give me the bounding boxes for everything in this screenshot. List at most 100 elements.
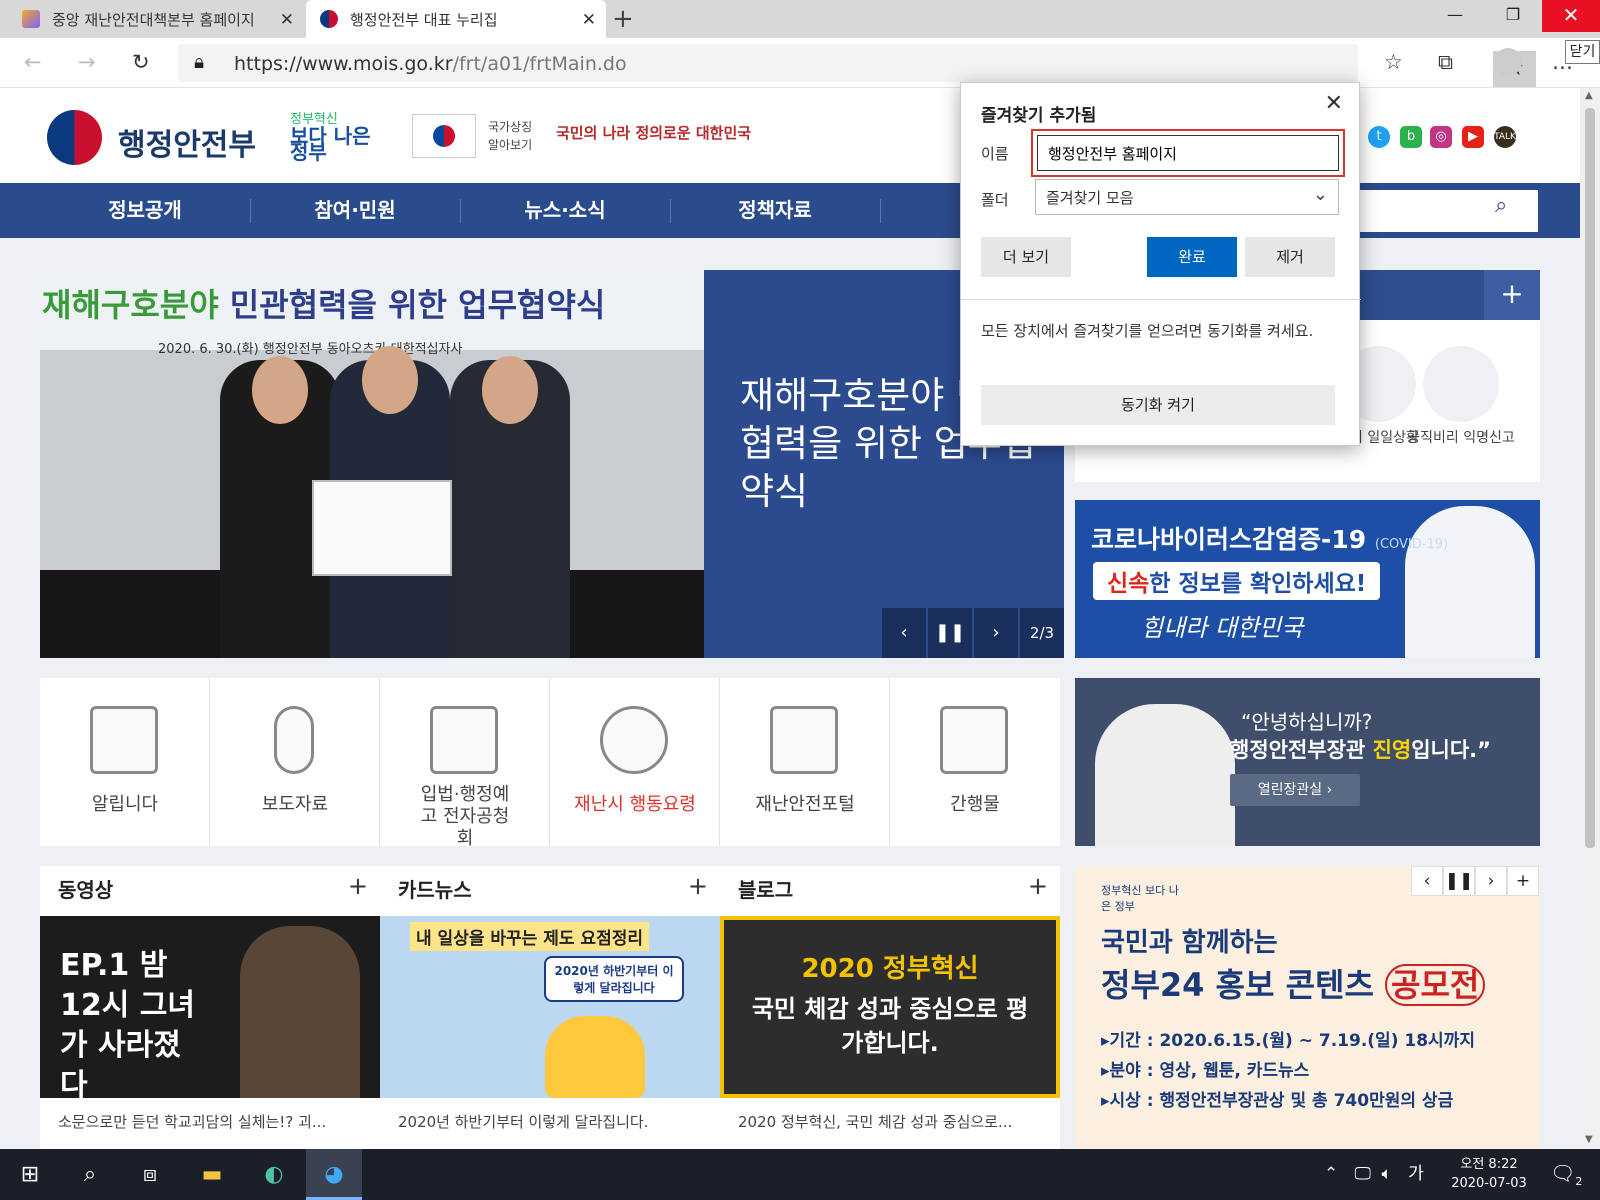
card-heading: 동영상 bbox=[58, 878, 114, 902]
search-icon[interactable]: ⌕ bbox=[1495, 193, 1507, 218]
woman-portrait bbox=[240, 926, 360, 1098]
video-thumbnail: EP.1 밤12시 그녀가 사라졌다 bbox=[40, 916, 380, 1098]
pause-icon[interactable]: ❚❚ bbox=[928, 608, 972, 658]
refresh-icon[interactable]: ↻ bbox=[132, 50, 150, 74]
volume-icon[interactable]: 🔈︎ bbox=[1382, 1164, 1392, 1184]
network-icon[interactable]: 🖵︎ bbox=[1354, 1164, 1370, 1184]
promo-title1: 국민과 함께하는 bbox=[1101, 928, 1278, 958]
main-banner[interactable]: 재해구호분야 민관협력을 위한 업무협약식 2020. 6. 30.(화) 행정… bbox=[40, 270, 1064, 658]
folder-select[interactable]: 즐겨찾기 모음 ⌄ bbox=[1035, 179, 1339, 215]
kakaotalk-icon[interactable]: TALK bbox=[1494, 126, 1516, 148]
url-path: /frt/a01/frtMain.do bbox=[452, 53, 627, 75]
remove-button[interactable]: 제거 bbox=[1245, 237, 1335, 277]
card-caption[interactable]: 2020 정부혁신, 국민 체감 성과 중심으로... bbox=[738, 1111, 1048, 1132]
card-caption[interactable]: 2020년 하반기부터 이렇게 달라집니다. bbox=[398, 1111, 708, 1132]
promo-banner[interactable]: ‹ ❚❚ › + 정부혁신 보다 나은 정부 국민과 함께하는 정부24 홍보 … bbox=[1075, 866, 1540, 1149]
megaphone-icon[interactable] bbox=[1423, 346, 1499, 422]
back-icon[interactable]: ← bbox=[24, 50, 42, 74]
mois-logo-icon[interactable] bbox=[47, 110, 102, 165]
close-icon[interactable]: ✕ bbox=[1325, 91, 1343, 116]
favorites-icon[interactable]: ☆ bbox=[1384, 50, 1403, 74]
card-news-card[interactable]: 카드뉴스 + 내 일상을 바꾸는 제도 요점정리 2020년 하반기부터 이렇게… bbox=[380, 866, 720, 1149]
search-icon[interactable]: ⌕ bbox=[62, 1149, 118, 1200]
edge-browser-icon[interactable]: ◕ bbox=[306, 1149, 362, 1200]
promo-next-icon[interactable]: › bbox=[1475, 866, 1507, 896]
quick-publications[interactable]: 간행물 bbox=[890, 678, 1060, 846]
page-scrollbar[interactable]: ▲ ▼ bbox=[1580, 88, 1600, 1149]
more-plus-icon[interactable]: + bbox=[688, 872, 708, 900]
task-view-icon[interactable]: ⧈ bbox=[122, 1149, 178, 1200]
app-icon[interactable]: ◐ bbox=[246, 1149, 302, 1200]
open-minister-office-button[interactable]: 열린장관실 › bbox=[1230, 774, 1360, 806]
promo-prize: ▸시상 : 행정안전부장관상 및 총 740만원의 상금 bbox=[1101, 1091, 1454, 1111]
file-explorer-icon[interactable]: ▬ bbox=[184, 1149, 240, 1200]
nav-participation[interactable]: 참여·민원 bbox=[250, 183, 460, 238]
more-plus-icon[interactable]: + bbox=[1028, 872, 1048, 900]
more-plus-icon[interactable]: + bbox=[348, 872, 368, 900]
minimize-icon[interactable]: — bbox=[1426, 0, 1484, 32]
site-favicon-icon bbox=[22, 10, 40, 28]
promo-prev-icon[interactable]: ‹ bbox=[1411, 866, 1443, 896]
minister-banner[interactable]: “안녕하십니까? 행정안전부장관 진영입니다.” 열린장관실 › bbox=[1075, 678, 1540, 846]
next-slide-icon[interactable]: › bbox=[974, 608, 1018, 658]
banner-controls: ‹ ❚❚ › 2/3 bbox=[880, 608, 1064, 658]
scrollbar-thumb[interactable] bbox=[1585, 108, 1595, 848]
more-button[interactable]: 더 보기 bbox=[981, 237, 1071, 277]
close-window-icon[interactable]: ✕ bbox=[1542, 0, 1600, 32]
url-text[interactable]: https://www.mois.go.kr/frt/a01/frtMain.d… bbox=[234, 53, 627, 75]
favorite-name-input[interactable] bbox=[1037, 135, 1339, 171]
slogan-big: 보다 나은 정부 bbox=[290, 124, 371, 164]
site-logo-text[interactable]: 행정안전부 bbox=[118, 120, 256, 164]
instagram-icon[interactable]: ◎ bbox=[1430, 126, 1452, 148]
folder-value: 즐겨찾기 모음 bbox=[1046, 189, 1134, 207]
windows-start-icon[interactable]: ⊞ bbox=[2, 1149, 58, 1200]
card-news-thumb-title: 내 일상을 바꾸는 제도 요점정리 bbox=[410, 922, 649, 951]
profile-icon[interactable] bbox=[1494, 48, 1522, 76]
youtube-icon[interactable]: ▶ bbox=[1462, 126, 1484, 148]
more-plus-icon[interactable]: + bbox=[1484, 270, 1540, 320]
close-tab-icon[interactable]: ✕ bbox=[582, 10, 596, 30]
promo-more-icon[interactable]: + bbox=[1507, 866, 1539, 896]
blog-icon[interactable]: b bbox=[1400, 126, 1422, 148]
maximize-icon[interactable]: ❐ bbox=[1484, 0, 1542, 32]
quick-safety-portal[interactable]: 재난안전포털 bbox=[720, 678, 890, 846]
anonymous-report-link[interactable]: 공직비리 익명신고 bbox=[1401, 428, 1521, 448]
tab-mois[interactable]: 행정안전부 대표 누리집 ✕ bbox=[306, 0, 606, 38]
quick-label: 재난안전포털 bbox=[755, 794, 855, 815]
collections-icon[interactable]: ⧉ bbox=[1438, 50, 1453, 75]
forward-icon[interactable]: → bbox=[78, 50, 96, 74]
nav-news[interactable]: 뉴스·소식 bbox=[460, 183, 670, 238]
card-caption[interactable]: 소문으로만 듣던 학교괴담의 실체는!? 괴... bbox=[58, 1111, 368, 1132]
covid-banner[interactable]: 코로나바이러스감염증-19 (COVID-19) 신속한 정보를 확인하세요! … bbox=[1075, 500, 1540, 658]
chevron-up-icon[interactable]: ⌃ bbox=[1324, 1164, 1338, 1184]
nav-policy[interactable]: 정책자료 bbox=[670, 183, 880, 238]
new-tab-icon[interactable]: + bbox=[612, 4, 634, 34]
quick-press[interactable]: 보도자료 bbox=[210, 678, 380, 846]
url-field[interactable]: 🔒︎ https://www.mois.go.kr/frt/a01/frtMai… bbox=[178, 44, 1536, 87]
banner-headline: 재해구호분야 민관협력을 위한 업무협약식 bbox=[42, 286, 606, 324]
promo-period: ▸기간 : 2020.6.15.(월) ~ 7.19.(일) 18시까지 bbox=[1101, 1031, 1475, 1051]
promo-pause-icon[interactable]: ❚❚ bbox=[1443, 866, 1475, 896]
video-card[interactable]: 동영상 + EP.1 밤12시 그녀가 사라졌다 소문으로만 듣던 학교괴담의 … bbox=[40, 866, 380, 1149]
clock[interactable]: 오전 8:22 2020-07-03 bbox=[1448, 1155, 1530, 1193]
korean-flag-icon[interactable] bbox=[412, 114, 476, 158]
quick-legislation[interactable]: 입법·행정예고 전자공청회 bbox=[380, 678, 550, 849]
national-symbol-link[interactable]: 국가상징 알아보기 bbox=[488, 118, 532, 154]
quick-label: 간행물 bbox=[950, 794, 1000, 815]
twitter-icon[interactable]: t bbox=[1368, 126, 1390, 148]
nation-slogan[interactable]: 국민의 나라 정의로운 대한민국 bbox=[556, 122, 751, 143]
quick-notice[interactable]: 알립니다 bbox=[40, 678, 210, 846]
notification-icon[interactable]: 🗨︎2 bbox=[1550, 1161, 1582, 1188]
prev-slide-icon[interactable]: ‹ bbox=[882, 608, 926, 658]
tab-disaster-safety[interactable]: 중앙 재난안전대책본부 홈페이지 ✕ bbox=[8, 0, 304, 38]
quick-disaster-guide[interactable]: 재난시 행동요령 bbox=[550, 678, 720, 846]
close-tab-icon[interactable]: ✕ bbox=[280, 10, 294, 30]
book-icon bbox=[940, 706, 1008, 774]
ime-indicator[interactable]: 가 bbox=[1408, 1164, 1424, 1184]
nav-info-disclosure[interactable]: 정보공개 bbox=[40, 183, 250, 238]
gov-innovation-logo[interactable]: 정부혁신 보다 나은 정부 bbox=[290, 112, 390, 162]
done-button[interactable]: 완료 bbox=[1147, 237, 1237, 277]
blog-card[interactable]: 블로그 + 2020 정부혁신 국민 체감 성과 중심으로 평가합니다. 202… bbox=[720, 866, 1060, 1149]
sync-on-button[interactable]: 동기화 켜기 bbox=[981, 385, 1335, 425]
name-field-highlight bbox=[1031, 129, 1345, 177]
